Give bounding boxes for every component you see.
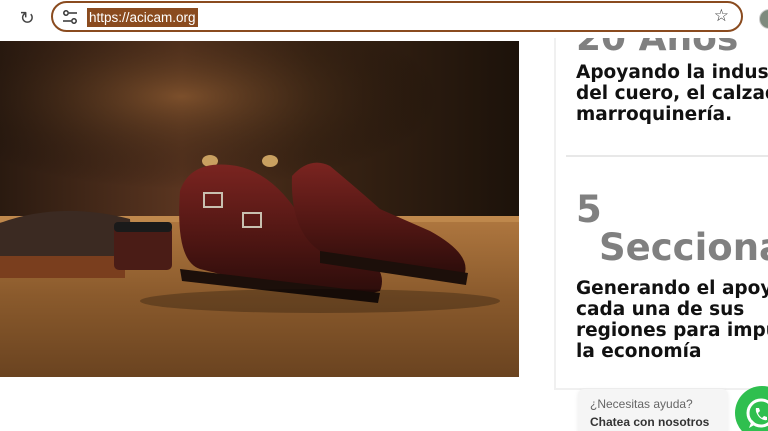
stat-sections-label: Seccionales bbox=[599, 226, 768, 269]
browser-toolbar: ↻ https://acicam.org ☆ bbox=[0, 0, 768, 38]
address-bar[interactable]: https://acicam.org ☆ bbox=[51, 1, 743, 32]
star-icon[interactable]: ☆ bbox=[714, 6, 729, 26]
site-settings-icon[interactable] bbox=[62, 9, 78, 25]
url-text[interactable]: https://acicam.org bbox=[87, 8, 198, 27]
reload-icon[interactable]: ↻ bbox=[16, 8, 38, 30]
stats-divider bbox=[566, 155, 768, 157]
stats-card: 20 Años Apoyando la industria del cuero,… bbox=[554, 38, 768, 390]
chat-cta[interactable]: Chatea con nosotros bbox=[590, 415, 709, 429]
page-content: 20 Años Apoyando la industria del cuero,… bbox=[0, 38, 768, 431]
chat-question: ¿Necesitas ayuda? bbox=[590, 397, 693, 411]
shoes-photo-art bbox=[0, 41, 519, 377]
shoes-photo bbox=[0, 41, 519, 377]
whatsapp-button[interactable] bbox=[735, 386, 768, 431]
profile-avatar[interactable] bbox=[759, 9, 768, 29]
stat-years-description: Apoyando la industria del cuero, el calz… bbox=[576, 62, 768, 125]
stat-sections-number: 5 bbox=[576, 188, 602, 231]
whatsapp-icon bbox=[746, 398, 768, 428]
chat-prompt-bubble[interactable]: ¿Necesitas ayuda? Chatea con nosotros bbox=[578, 389, 728, 431]
stat-years-number: 20 Años bbox=[576, 38, 739, 59]
stat-sections-description: Generando el apoyo en cada una de sus re… bbox=[576, 278, 768, 362]
